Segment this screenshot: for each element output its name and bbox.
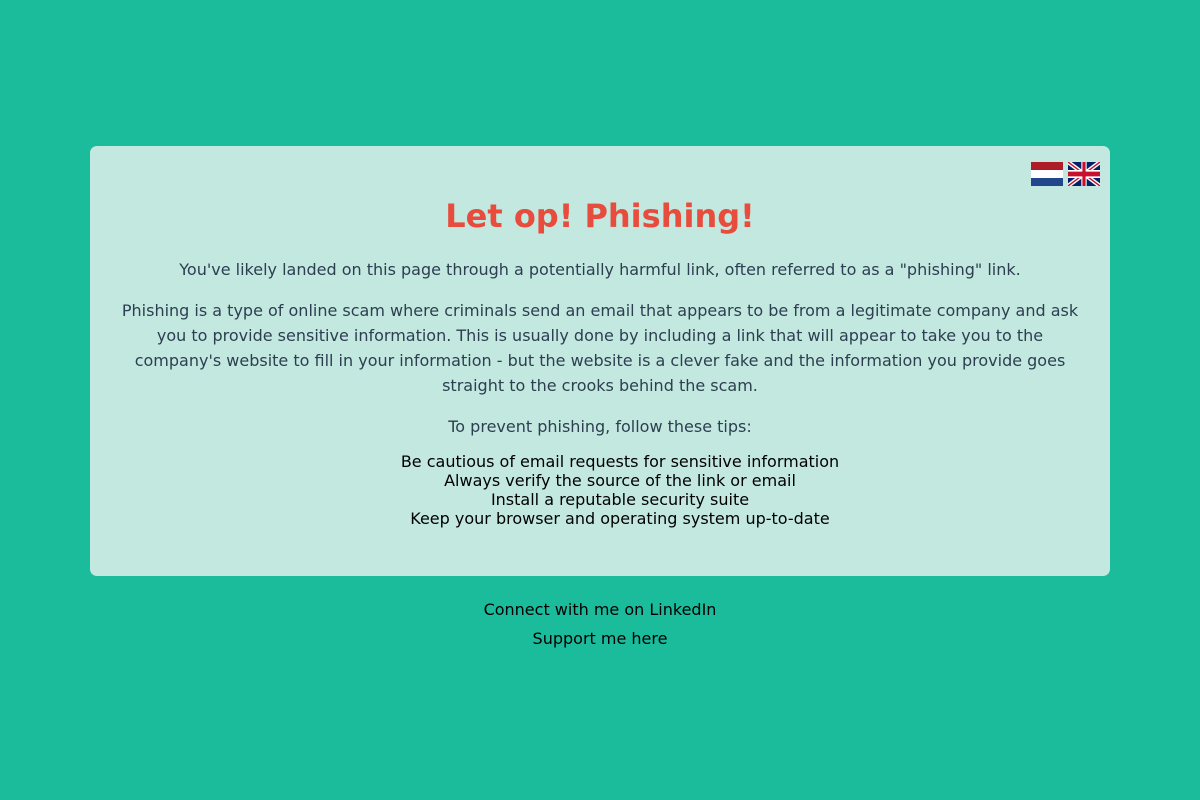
tips-list: Be cautious of email requests for sensit… (120, 452, 1080, 528)
phishing-warning-card: Let op! Phishing! You've likely landed o… (90, 146, 1110, 576)
tip-item: Be cautious of email requests for sensit… (400, 452, 840, 471)
netherlands-flag-icon[interactable] (1031, 162, 1063, 186)
footer: Connect with me on LinkedIn Support me h… (0, 600, 1200, 658)
uk-flag-icon[interactable] (1068, 162, 1100, 186)
page-title: Let op! Phishing! (445, 197, 755, 235)
tip-item: Install a reputable security suite (490, 490, 750, 509)
tips-heading: To prevent phishing, follow these tips: (448, 417, 752, 436)
tip-item: Keep your browser and operating system u… (410, 509, 830, 528)
linkedin-link[interactable]: Connect with me on LinkedIn (0, 600, 1200, 620)
language-switcher (1031, 162, 1100, 186)
phishing-explanation: Phishing is a type of online scam where … (121, 301, 1079, 395)
intro-text: You've likely landed on this page throug… (179, 260, 1021, 279)
support-link[interactable]: Support me here (0, 629, 1200, 649)
tip-item: Always verify the source of the link or … (444, 471, 796, 490)
